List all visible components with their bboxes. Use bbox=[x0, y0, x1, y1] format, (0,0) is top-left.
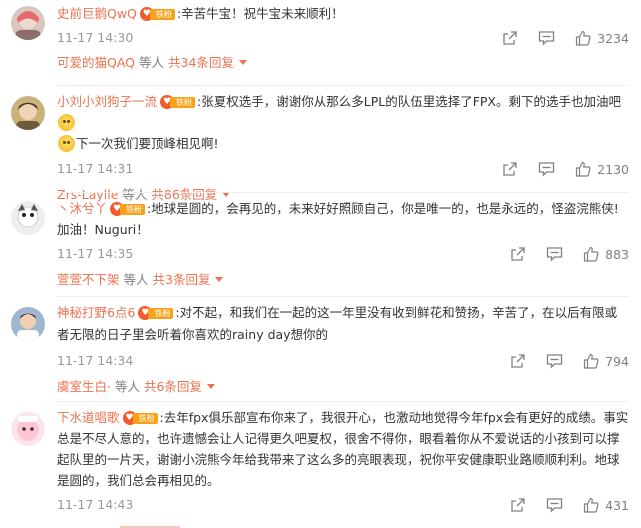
divider bbox=[57, 85, 629, 86]
reply-count-link[interactable]: 共34条回复 bbox=[168, 55, 234, 70]
comment-icon bbox=[546, 498, 563, 513]
share-icon bbox=[511, 354, 525, 368]
chevron-down-icon[interactable] bbox=[215, 277, 224, 282]
reply-mid-text: 等人 bbox=[123, 272, 149, 287]
share-button[interactable] bbox=[510, 246, 526, 262]
username[interactable]: 小刘小刘狗子一流 bbox=[57, 94, 157, 109]
reply-count-link[interactable]: 共6条回复 bbox=[144, 379, 202, 394]
reply-summary: 可爱的猫QAQ 等人 共34条回复 bbox=[57, 53, 629, 73]
comment-button[interactable] bbox=[546, 246, 563, 262]
fan-badge-label: 铁粉 bbox=[149, 9, 175, 20]
comment-item: 史前巨鹅QwQ ♥ 铁粉:辛苦牛宝！祝牛宝未来顺利！ 11-17 14:30 323… bbox=[0, 3, 641, 73]
share-button[interactable] bbox=[510, 497, 526, 513]
divider bbox=[57, 401, 629, 402]
share-button[interactable] bbox=[502, 30, 518, 46]
comment-time: 11-17 14:34 bbox=[57, 353, 134, 368]
comment-time: 11-17 14:35 bbox=[57, 246, 134, 261]
like-count: 431 bbox=[605, 497, 629, 513]
comment-icon bbox=[539, 162, 555, 177]
comment-button[interactable] bbox=[546, 353, 563, 369]
fan-badge: ♥ 铁粉 bbox=[139, 7, 176, 21]
comment-button[interactable] bbox=[538, 161, 555, 177]
thumbs-up-icon bbox=[584, 246, 599, 262]
share-icon bbox=[503, 31, 517, 45]
like-count: 2130 bbox=[597, 161, 629, 177]
fan-badge-label: 铁粉 bbox=[170, 97, 196, 108]
like-count: 794 bbox=[605, 353, 629, 369]
fan-badge: ♥ 铁粉 bbox=[160, 95, 196, 109]
share-button[interactable] bbox=[502, 161, 518, 177]
reply-user[interactable]: 可爱的猫QAQ bbox=[57, 55, 135, 70]
chevron-down-icon[interactable] bbox=[206, 384, 215, 389]
reply-mid-text: 等人 bbox=[114, 379, 140, 394]
comment-button[interactable] bbox=[546, 497, 563, 513]
comment-button[interactable] bbox=[538, 30, 555, 46]
chevron-down-icon[interactable] bbox=[238, 60, 247, 65]
comment-item: 小刘小刘狗子一流 ♥ 铁粉:张夏权选手，谢谢你从那么多LPL的队伍里选择了FPX。剩… bbox=[0, 91, 641, 205]
comment-feed: 史前巨鹅QwQ ♥ 铁粉:辛苦牛宝！祝牛宝未来顺利！ 11-17 14:30 323… bbox=[0, 0, 641, 528]
comment-item: 神秘打野6点6 ♥ 铁粉:对不起，和我们在一起的这一年里没有收到鲜花和赞扬，辛苦了，… bbox=[0, 302, 641, 397]
avatar[interactable] bbox=[11, 307, 45, 341]
like-button[interactable]: 3234 bbox=[575, 30, 629, 46]
username[interactable]: 丶沐兮丫 bbox=[57, 201, 107, 216]
thumbs-up-icon bbox=[584, 353, 599, 369]
thumbs-up-icon bbox=[576, 30, 591, 46]
comment-item: 丶沐兮丫 ♥ 铁粉:地球是圆的，会再见的，未来好好照顾自己，你是唯一的，也是永远的，… bbox=[0, 198, 641, 290]
like-count: 883 bbox=[605, 246, 629, 262]
comment-icon bbox=[546, 247, 563, 262]
comment-text: :地球是圆的，会再见的，未来好好照顾自己，你是唯一的，也是永远的，怪盗浣熊侠! bbox=[147, 201, 619, 216]
like-button[interactable]: 431 bbox=[583, 497, 629, 513]
reply-user[interactable]: 萱萱不下架 bbox=[57, 272, 120, 287]
reply-count-link[interactable]: 共3条回复 bbox=[153, 272, 211, 287]
next-reply-partial bbox=[120, 520, 180, 528]
avatar[interactable] bbox=[11, 6, 45, 40]
share-icon bbox=[511, 247, 525, 261]
reply-user[interactable]: 虞室生白· bbox=[57, 379, 111, 394]
fan-badge-label: 铁粉 bbox=[132, 413, 158, 424]
reply-mid-text: 等人 bbox=[139, 55, 165, 70]
username[interactable]: 神秘打野6点6 bbox=[57, 305, 135, 320]
fan-badge-label: 铁粉 bbox=[148, 308, 174, 319]
avatar[interactable] bbox=[11, 412, 45, 446]
username[interactable]: 史前巨鹅QwQ bbox=[57, 6, 137, 21]
share-icon bbox=[503, 162, 517, 176]
like-button[interactable]: 794 bbox=[583, 353, 629, 369]
reply-summary: 虞室生白· 等人 共6条回复 bbox=[57, 377, 629, 397]
divider bbox=[57, 192, 629, 193]
reply-summary: 萱萱不下架 等人 共3条回复 bbox=[57, 270, 629, 290]
fan-badge: ♥ 铁粉 bbox=[110, 202, 146, 216]
comment-text: :辛苦牛宝！祝牛宝未来顺利！ bbox=[176, 6, 344, 21]
emoji-icon bbox=[58, 114, 75, 131]
emoji-icon bbox=[58, 135, 75, 152]
comment-time: 11-17 14:43 bbox=[57, 497, 134, 512]
comment-time: 11-17 14:31 bbox=[57, 161, 134, 176]
fan-badge: ♥ 铁粉 bbox=[122, 411, 159, 425]
share-icon bbox=[511, 498, 525, 512]
comment-item: 下水道唱歌 ♥ 铁粉:去年fpx俱乐部宣布你来了，我很开心，也激动地觉得今年fpx会… bbox=[0, 407, 641, 516]
like-button[interactable]: 2130 bbox=[575, 161, 629, 177]
comment-time: 11-17 14:30 bbox=[57, 30, 134, 45]
comment-text-line2: 加油！Nuguri！ bbox=[57, 222, 149, 237]
avatar[interactable] bbox=[11, 201, 45, 235]
comment-icon bbox=[546, 354, 563, 369]
avatar[interactable] bbox=[11, 96, 45, 130]
comment-text: :张夏权选手，谢谢你从那么多LPL的队伍里选择了FPX。剩下的选手也加油吧 bbox=[197, 94, 621, 109]
fan-badge: ♥ 铁粉 bbox=[138, 306, 174, 320]
username[interactable]: 下水道唱歌 bbox=[57, 410, 120, 425]
share-button[interactable] bbox=[510, 353, 526, 369]
like-count: 3234 bbox=[597, 30, 629, 46]
like-button[interactable]: 883 bbox=[583, 246, 629, 262]
thumbs-up-icon bbox=[584, 497, 599, 513]
comment-text-line2: 下一次我们要顶峰相见啊! bbox=[76, 136, 219, 151]
fan-badge-label: 铁粉 bbox=[120, 204, 146, 215]
thumbs-up-icon bbox=[576, 161, 591, 177]
divider bbox=[57, 296, 629, 297]
comment-icon bbox=[539, 31, 555, 46]
